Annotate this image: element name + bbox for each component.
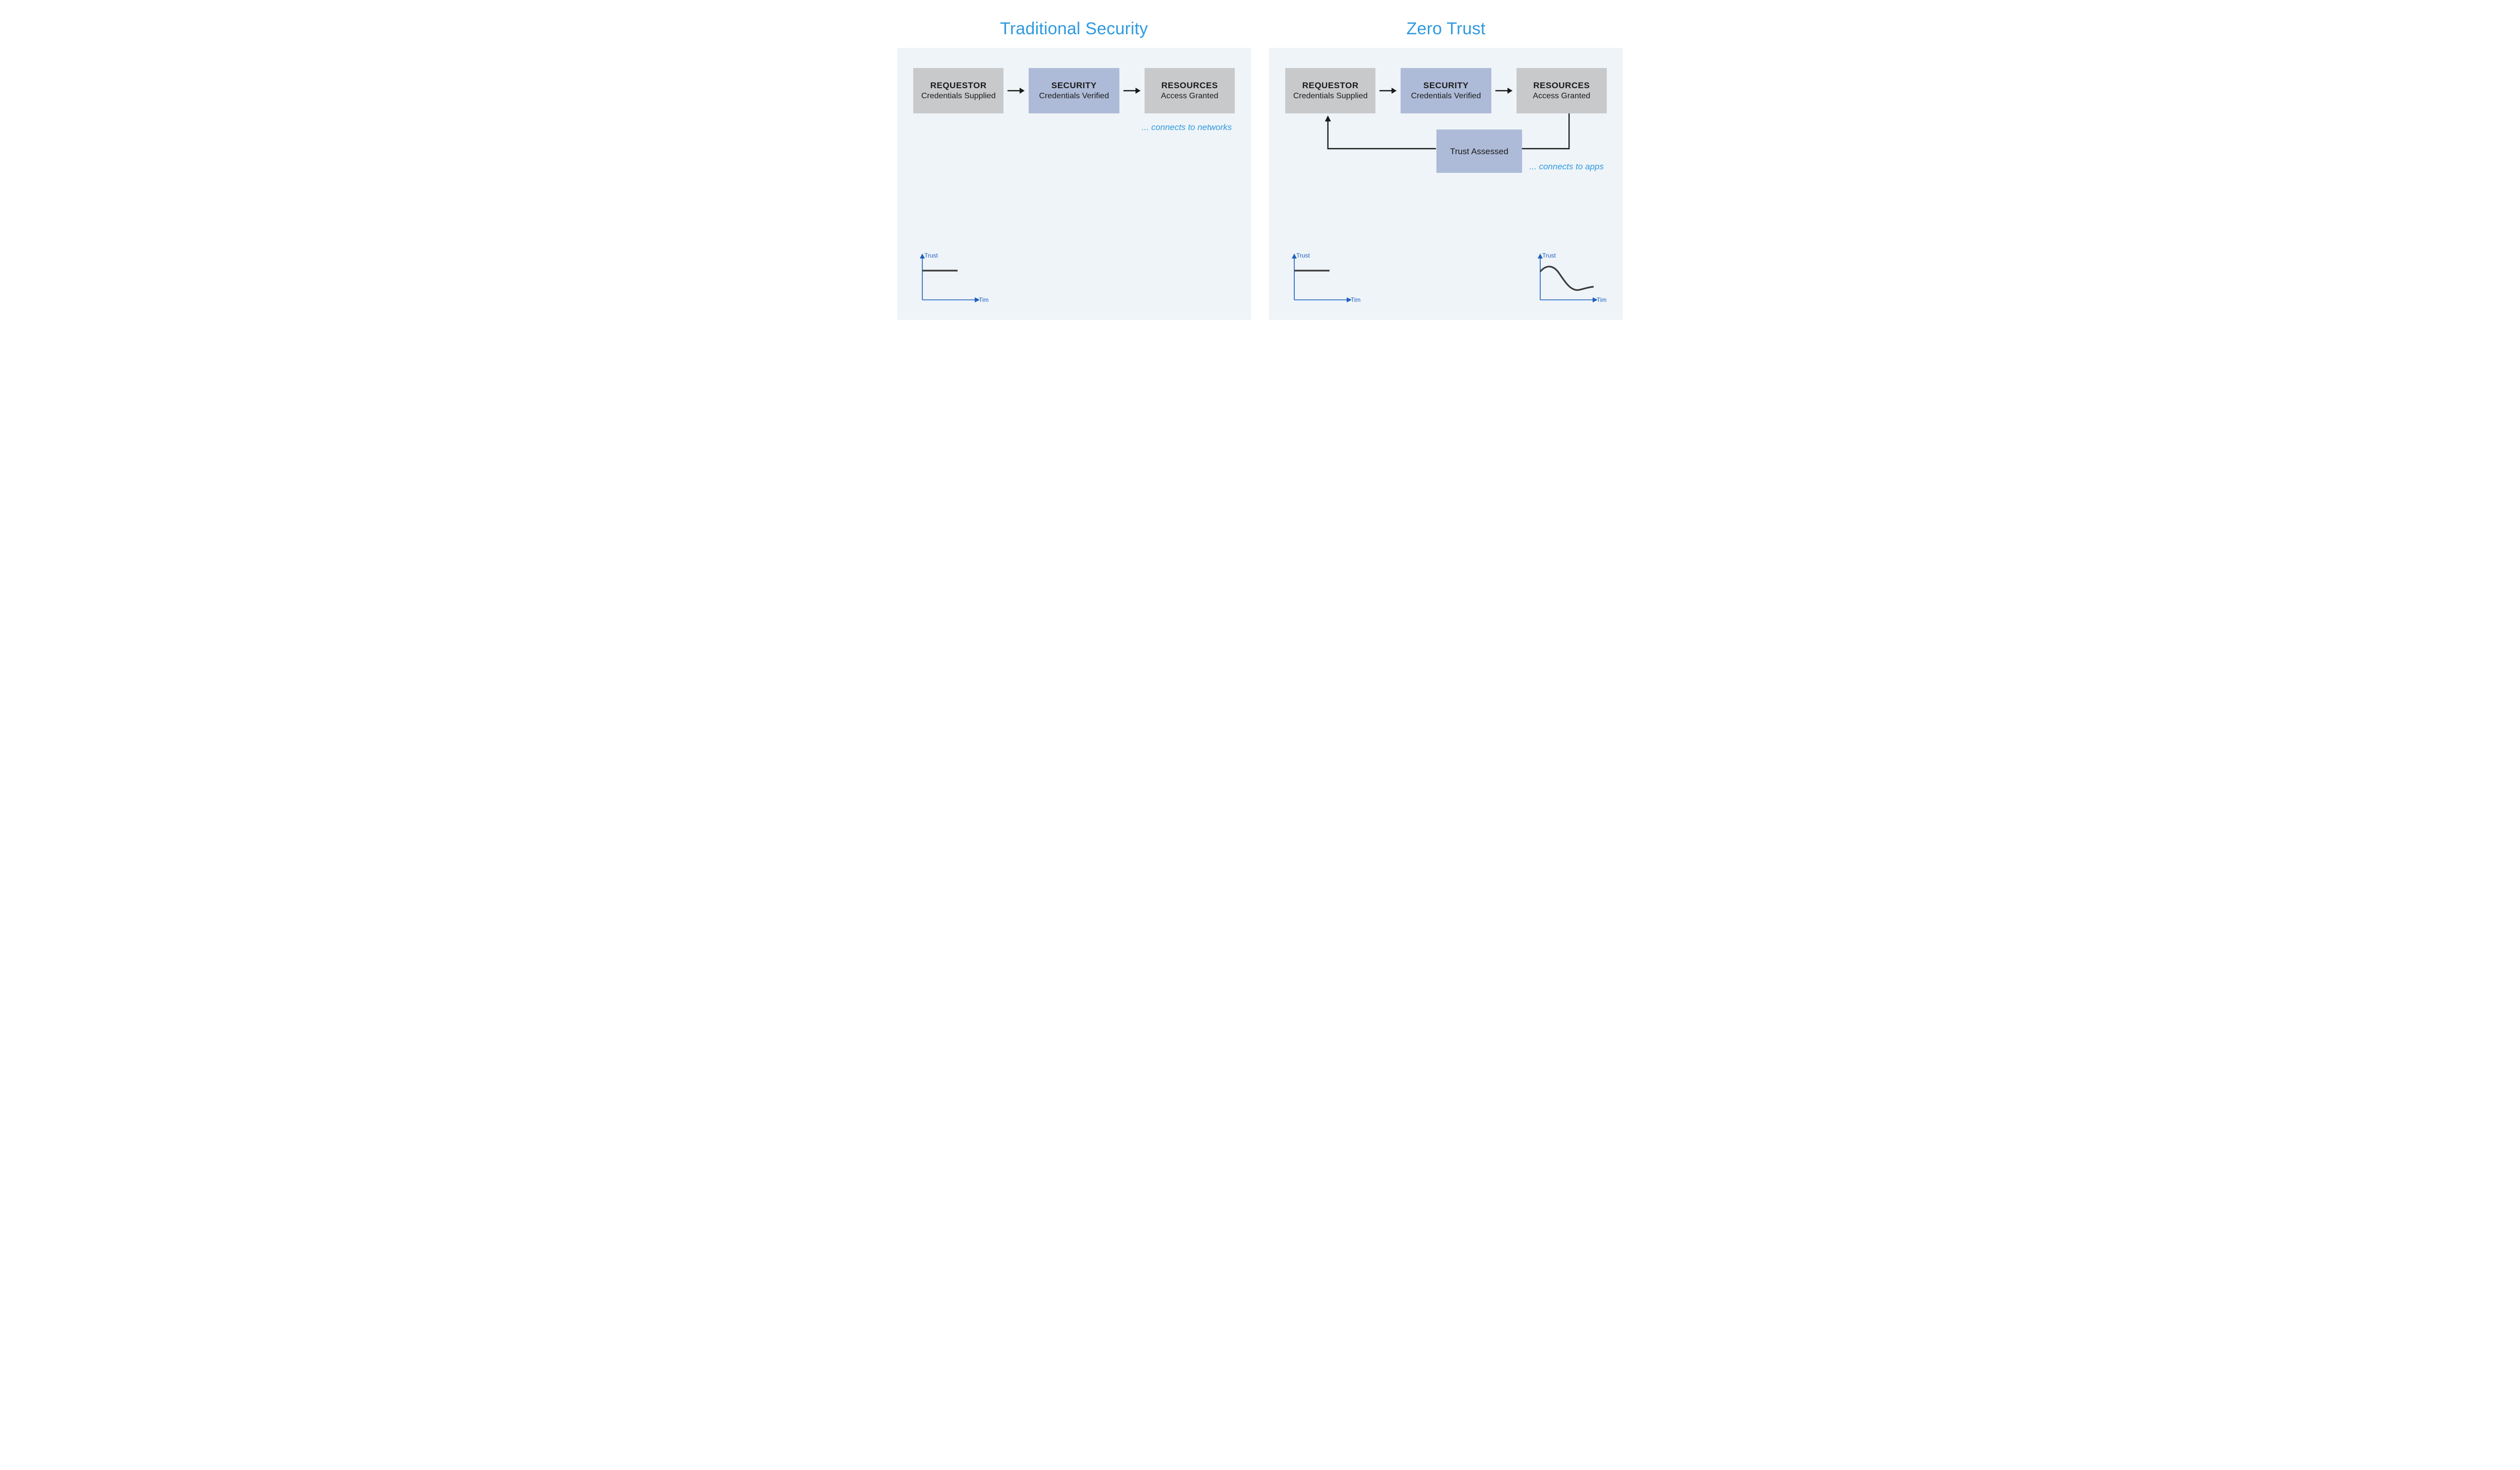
box-trust-assessed-title: Trust Assessed — [1450, 147, 1508, 157]
box-resources: RESOURCES Access Granted — [1145, 68, 1235, 113]
flow-row-traditional: REQUESTOR Credentials Supplied SECURITY … — [913, 68, 1235, 113]
box-security-zt-sub: Credentials Verified — [1411, 92, 1481, 101]
box-security-zt: SECURITY Credentials Verified — [1401, 68, 1491, 113]
box-resources-sub: Access Granted — [1161, 92, 1218, 101]
arrow-right-icon — [1123, 86, 1141, 95]
panel-traditional: REQUESTOR Credentials Supplied SECURITY … — [897, 48, 1251, 320]
arrow-right-icon — [1007, 86, 1025, 95]
title-zerotrust: Zero Trust — [1269, 19, 1623, 39]
chart-ylabel: Trust — [924, 252, 938, 259]
box-requestor-sub: Credentials Supplied — [921, 92, 996, 101]
arrow-2 — [1123, 86, 1141, 95]
arrow-1 — [1007, 86, 1025, 95]
column-traditional: Traditional Security REQUESTOR Credentia… — [897, 15, 1251, 320]
charts-zerotrust: Trust Time Trust Time — [1285, 251, 1607, 307]
box-resources-zt: RESOURCES Access Granted — [1517, 68, 1607, 113]
feedback-loop-area: Trust Assessed ... connects to apps — [1285, 113, 1607, 189]
box-security-zt-title: SECURITY — [1423, 81, 1469, 91]
box-security-sub: Credentials Verified — [1039, 92, 1109, 101]
box-requestor: REQUESTOR Credentials Supplied — [913, 68, 1003, 113]
box-trust-assessed: Trust Assessed — [1436, 130, 1522, 173]
box-resources-zt-sub: Access Granted — [1533, 92, 1590, 101]
box-resources-title: RESOURCES — [1161, 81, 1218, 91]
columns: Traditional Security REQUESTOR Credentia… — [897, 15, 1623, 320]
arrow-zt-2 — [1495, 86, 1513, 95]
box-requestor-zt: REQUESTOR Credentials Supplied — [1285, 68, 1375, 113]
arrow-right-icon — [1495, 86, 1513, 95]
chart-xlabel: Time — [979, 296, 989, 303]
caption-zerotrust: ... connects to apps — [1530, 162, 1607, 172]
charts-traditional: Trust Time — [913, 251, 1235, 307]
box-requestor-zt-sub: Credentials Supplied — [1293, 92, 1368, 101]
trust-chart-zt-continuous: Trust Time — [1531, 251, 1607, 307]
trust-chart-zt-initial: Trust Time — [1285, 251, 1361, 307]
chart-xlabel: Time — [1597, 296, 1607, 303]
box-security-title: SECURITY — [1051, 81, 1097, 91]
trust-chart-traditional: Trust Time — [913, 251, 989, 307]
box-resources-zt-title: RESOURCES — [1533, 81, 1590, 91]
chart-xlabel: Time — [1351, 296, 1361, 303]
panel-zerotrust: REQUESTOR Credentials Supplied SECURITY … — [1269, 48, 1623, 320]
arrow-right-icon — [1379, 86, 1397, 95]
diagram-root: Traditional Security REQUESTOR Credentia… — [882, 0, 1638, 340]
caption-traditional: ... connects to networks — [913, 122, 1235, 133]
arrow-zt-1 — [1379, 86, 1397, 95]
chart-ylabel: Trust — [1542, 252, 1556, 259]
chart-ylabel: Trust — [1296, 252, 1310, 259]
column-zerotrust: Zero Trust REQUESTOR Credentials Supplie… — [1269, 15, 1623, 320]
title-traditional: Traditional Security — [897, 19, 1251, 39]
box-requestor-zt-title: REQUESTOR — [1302, 81, 1359, 91]
box-requestor-title: REQUESTOR — [930, 81, 987, 91]
flow-row-zerotrust: REQUESTOR Credentials Supplied SECURITY … — [1285, 68, 1607, 113]
box-security: SECURITY Credentials Verified — [1029, 68, 1119, 113]
